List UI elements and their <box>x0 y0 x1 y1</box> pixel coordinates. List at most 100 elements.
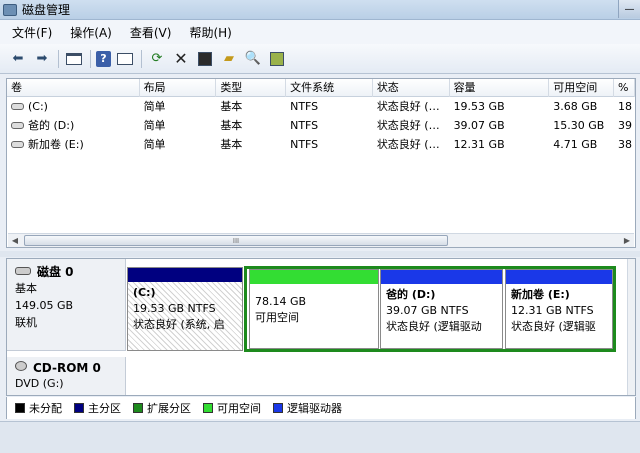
toolbar-separator <box>90 49 91 68</box>
legend-item: 主分区 <box>74 400 121 416</box>
capacity-cell: 39.07 GB <box>453 119 505 132</box>
partition-status: 可用空间 <box>255 311 299 324</box>
legend-swatch <box>203 403 213 413</box>
cdrom-drive: DVD (G:) <box>15 377 64 390</box>
free-space-cell: 4.71 GB <box>553 138 598 151</box>
col-type[interactable]: 类型 <box>216 79 287 97</box>
disk-status: 联机 <box>15 316 37 329</box>
console-tree-icon[interactable] <box>64 49 84 69</box>
partition-c[interactable]: (C:) 19.53 GB NTFS 状态良好 (系统, 启 <box>127 267 243 351</box>
back-arrow-icon[interactable]: ⬅ <box>8 49 28 69</box>
volume-list-header: 卷 布局 类型 文件系统 状态 容量 可用空间 % <box>7 79 635 97</box>
free-space-cell: 15.30 GB <box>553 119 605 132</box>
partition-title: 爸的 (D:) <box>386 288 436 301</box>
table-row[interactable]: (C:) 简单 基本 NTFS 状态良好 (… 19.53 GB 3.68 GB… <box>7 97 635 116</box>
menu-action[interactable]: 操作(A) <box>68 23 114 42</box>
scroll-thumb[interactable]: III <box>24 235 448 246</box>
partition-d[interactable]: 爸的 (D:) 39.07 GB NTFS 状态良好 (逻辑驱动 <box>380 269 503 349</box>
legend-swatch <box>74 403 84 413</box>
window-title: 磁盘管理 <box>22 3 71 17</box>
legend-swatch <box>133 403 143 413</box>
legend-item: 扩展分区 <box>133 400 191 416</box>
vertical-scrollbar[interactable] <box>627 259 635 395</box>
capacity-cell: 19.53 GB <box>453 100 505 113</box>
scroll-left-icon[interactable]: ◀ <box>8 236 22 245</box>
col-free-space[interactable]: 可用空间 <box>549 79 615 97</box>
title-bar: 磁盘管理 — <box>0 0 640 20</box>
settings-icon[interactable] <box>267 49 287 69</box>
percent-free-cell: 18 <box>618 100 633 113</box>
col-status[interactable]: 状态 <box>373 79 450 97</box>
status-cell: 状态良好 (… <box>376 119 440 132</box>
partition-free-space[interactable]: 78.14 GB 可用空间 <box>249 269 379 349</box>
percent-free-cell: 38 <box>618 138 633 151</box>
partition-size: 78.14 GB <box>255 295 307 308</box>
partition-status: 状态良好 (系统, 启 <box>133 318 225 331</box>
status-cell: 状态良好 (… <box>376 138 440 151</box>
disk-name: 磁盘 0 <box>37 265 74 279</box>
volume-list: 卷 布局 类型 文件系统 状态 容量 可用空间 % (C:) 简单 基本 NTF… <box>6 78 636 248</box>
filesystem-cell: NTFS <box>290 119 319 132</box>
toolbar: ⬅ ➡ ? ⟳ ✕ ▰ 🔍 <box>0 44 640 74</box>
layout-cell: 简单 <box>143 100 166 113</box>
open-icon[interactable]: ▰ <box>219 49 239 69</box>
search-icon[interactable]: 🔍 <box>243 49 263 69</box>
toolbar-separator <box>141 49 142 68</box>
cdrom-0-label[interactable]: CD-ROM 0 DVD (G:) <box>7 357 126 395</box>
type-cell: 基本 <box>220 100 243 113</box>
horizontal-scrollbar[interactable]: ◀ III ▶ <box>8 233 634 247</box>
col-percent-free[interactable]: % <box>614 79 635 97</box>
partition-title: 新加卷 (E:) <box>511 288 570 301</box>
volume-name: 爸的 (D:) <box>28 119 75 132</box>
disk-map: 磁盘 0 基本 149.05 GB 联机 (C:) 19.53 GB NTFS … <box>6 258 636 396</box>
type-cell: 基本 <box>220 119 243 132</box>
partition-title: (C:) <box>133 286 156 299</box>
partition-size: 19.53 GB NTFS <box>133 302 216 315</box>
disk-type: 基本 <box>15 282 37 295</box>
partition-status: 状态良好 (逻辑驱 <box>511 320 596 333</box>
refresh-icon[interactable]: ⟳ <box>147 49 167 69</box>
disk-management-app-icon <box>3 3 17 16</box>
legend-item: 可用空间 <box>203 400 261 416</box>
cdrom-icon <box>15 361 27 371</box>
legend-item: 未分配 <box>15 400 62 416</box>
percent-free-cell: 39 <box>618 119 633 132</box>
legend-swatch <box>273 403 283 413</box>
status-cell: 状态良好 (… <box>376 100 440 113</box>
volume-name: (C:) <box>28 100 48 113</box>
col-capacity[interactable]: 容量 <box>450 79 550 97</box>
minimize-button[interactable]: — <box>618 0 640 18</box>
forward-arrow-icon[interactable]: ➡ <box>32 49 52 69</box>
drive-icon <box>11 103 24 110</box>
layout-cell: 简单 <box>143 138 166 151</box>
menu-file[interactable]: 文件(F) <box>10 23 54 42</box>
menu-view[interactable]: 查看(V) <box>128 23 174 42</box>
menu-help[interactable]: 帮助(H) <box>187 23 233 42</box>
status-bar <box>0 421 640 453</box>
table-row[interactable]: 爸的 (D:) 简单 基本 NTFS 状态良好 (… 39.07 GB 15.3… <box>7 116 635 135</box>
disk-icon <box>15 267 31 275</box>
disk-0-label[interactable]: 磁盘 0 基本 149.05 GB 联机 <box>7 259 126 351</box>
drive-icon <box>11 122 24 129</box>
pane-splitter[interactable] <box>0 251 640 257</box>
filesystem-cell: NTFS <box>290 100 319 113</box>
col-layout[interactable]: 布局 <box>140 79 217 97</box>
table-row[interactable]: 新加卷 (E:) 简单 基本 NTFS 状态良好 (… 12.31 GB 4.7… <box>7 135 635 154</box>
scroll-right-icon[interactable]: ▶ <box>620 236 634 245</box>
col-filesystem[interactable]: 文件系统 <box>286 79 373 97</box>
legend-swatch <box>15 403 25 413</box>
col-volume[interactable]: 卷 <box>7 79 140 97</box>
legend-item: 逻辑驱动器 <box>273 400 342 416</box>
free-space-cell: 3.68 GB <box>553 100 598 113</box>
drive-icon <box>11 141 24 148</box>
help-icon[interactable]: ? <box>96 50 111 67</box>
type-cell: 基本 <box>220 138 243 151</box>
format-icon[interactable] <box>195 49 215 69</box>
cdrom-name: CD-ROM 0 <box>33 361 101 375</box>
layout-cell: 简单 <box>143 119 166 132</box>
delete-icon[interactable]: ✕ <box>171 49 191 69</box>
disk-size: 149.05 GB <box>15 299 74 312</box>
legend: 未分配 主分区 扩展分区 可用空间 逻辑驱动器 <box>6 397 636 419</box>
partition-e[interactable]: 新加卷 (E:) 12.31 GB NTFS 状态良好 (逻辑驱 <box>505 269 613 349</box>
properties-icon[interactable] <box>115 49 135 69</box>
